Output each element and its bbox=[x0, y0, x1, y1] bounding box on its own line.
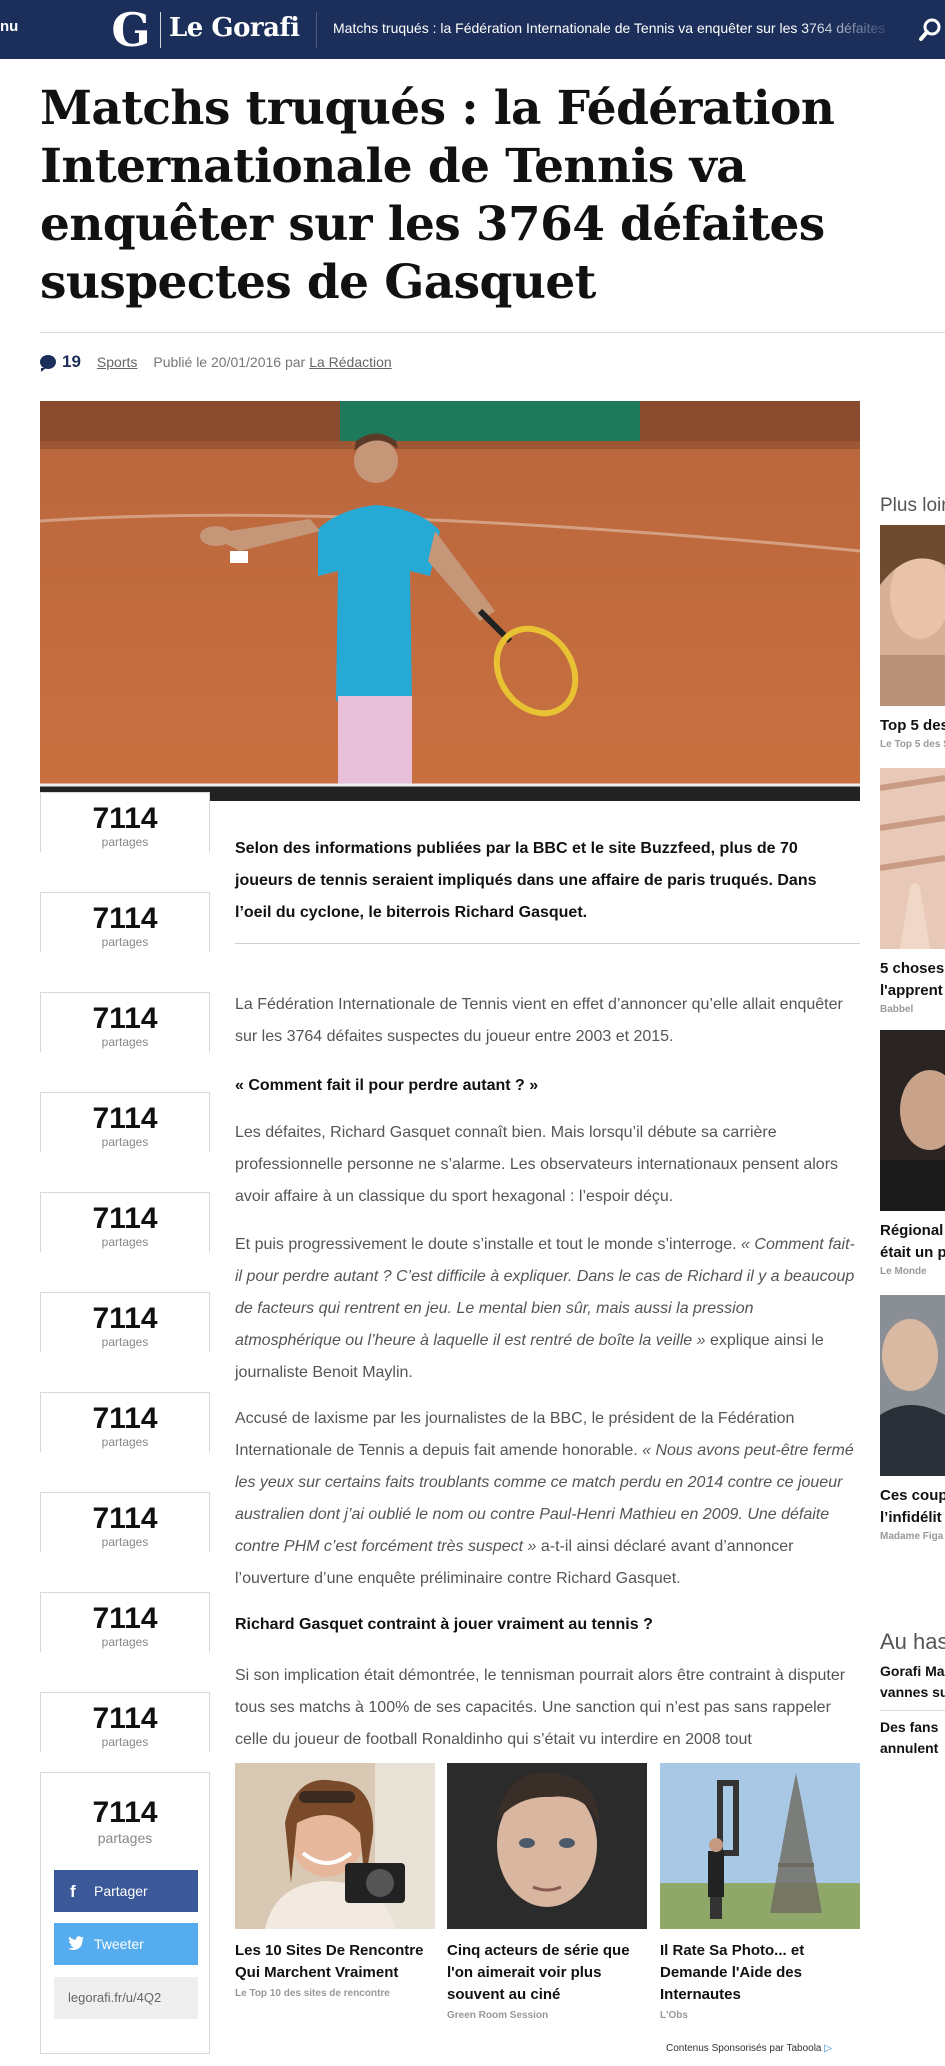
sponsored-source: Green Room Session bbox=[447, 2010, 549, 2021]
share-count: 7114 bbox=[92, 1796, 158, 1829]
sponsored-title[interactable]: Cinq acteurs de série que l'on aimerait … bbox=[447, 1940, 647, 2006]
sponsored-card[interactable]: Il Rate Sa Photo... et Demande l'Aide de… bbox=[660, 1763, 860, 2021]
sidebar-card-source: Babbel bbox=[880, 1004, 914, 1015]
share-counter: 7114 partages bbox=[40, 892, 210, 952]
top-navbar: nu G Le Gorafi Matchs truqués : la Fédér… bbox=[0, 0, 945, 59]
sidebar-list-divider bbox=[880, 1710, 945, 1711]
sidebar-card-source: Le Top 5 des S bbox=[880, 739, 945, 750]
published-date: Publié le 20/01/2016 par bbox=[153, 354, 306, 370]
sidebar-card-source: Madame Figa bbox=[880, 1531, 944, 1542]
taboola-icon: ▷ bbox=[824, 2043, 832, 2054]
sidebar-card[interactable]: Régional était un p Le Monde bbox=[880, 1030, 945, 1277]
title-divider bbox=[40, 332, 945, 333]
share-counter: 7114 partages bbox=[40, 992, 210, 1052]
menu-button[interactable]: nu bbox=[0, 18, 18, 35]
sidebar-list-item[interactable]: Des fans bbox=[880, 1717, 945, 1738]
header-divider bbox=[316, 12, 317, 48]
author-link[interactable]: La Rédaction bbox=[309, 354, 392, 370]
sidebar-card-title[interactable]: l’infidélit bbox=[880, 1507, 945, 1529]
facebook-share-button[interactable]: f Partager bbox=[54, 1870, 198, 1912]
search-icon[interactable] bbox=[918, 15, 945, 45]
sidebar-card-image[interactable] bbox=[880, 525, 945, 706]
sponsored-image[interactable] bbox=[447, 1763, 647, 1929]
svg-text:G: G bbox=[111, 8, 150, 52]
sidebar-card-title[interactable]: Régional bbox=[880, 1220, 945, 1242]
article-meta: 19 Sports Publié le 20/01/2016 par La Ré… bbox=[40, 351, 392, 373]
share-counter: 7114 partages bbox=[40, 1092, 210, 1152]
comment-count[interactable]: 19 bbox=[62, 352, 81, 372]
category-link[interactable]: Sports bbox=[97, 354, 137, 370]
sidebar-card-image[interactable] bbox=[880, 1295, 945, 1476]
sponsored-title[interactable]: Les 10 Sites De Rencontre Qui Marchent V… bbox=[235, 1940, 435, 1984]
paragraph-clip: Si son implication était démontrée, le t… bbox=[235, 1660, 860, 1760]
sidebar-card[interactable]: 5 choses l'apprent Babbel bbox=[880, 768, 945, 1015]
hero-image bbox=[40, 401, 860, 801]
sidebar-card-title[interactable]: Ces coup bbox=[880, 1485, 945, 1507]
share-counter: 7114 partages bbox=[40, 1192, 210, 1252]
share-counter: 7114 partages bbox=[40, 1492, 210, 1552]
paragraph: Les défaites, Richard Gasquet connaît bi… bbox=[235, 1124, 839, 1205]
sidebar-card-image[interactable] bbox=[880, 768, 945, 949]
share-label: partages bbox=[97, 1830, 153, 1846]
headline-fade bbox=[800, 14, 900, 44]
comment-icon[interactable] bbox=[40, 355, 56, 372]
share-counter: 7114 partages bbox=[40, 792, 210, 852]
sponsored-title[interactable]: Il Rate Sa Photo... et Demande l'Aide de… bbox=[660, 1940, 860, 2006]
site-name[interactable]: Le Gorafi bbox=[169, 13, 300, 43]
sidebar-card[interactable]: Ces coup l’infidélit Madame Figa bbox=[880, 1295, 945, 1542]
article-lead: Selon des informations publiées par la B… bbox=[235, 840, 817, 921]
share-counter: 7114 partages bbox=[40, 1692, 210, 1752]
lead-divider bbox=[235, 943, 860, 944]
subheading: Richard Gasquet contraint à jouer vraime… bbox=[235, 1616, 653, 1633]
sidebar-card-title[interactable]: Top 5 des bbox=[880, 715, 945, 737]
share-panel: 7114 partages f Partager Tweeter legoraf… bbox=[40, 1772, 210, 2054]
sidebar-list-item[interactable]: Gorafi Ma bbox=[880, 1661, 945, 1682]
sidebar-card-source: Le Monde bbox=[880, 1266, 927, 1277]
sidebar-random-list: Gorafi Ma vannes su Des fans annulent bbox=[880, 1661, 945, 1757]
sidebar-card-title[interactable]: 5 choses bbox=[880, 958, 945, 980]
facebook-icon: f bbox=[70, 1882, 76, 1901]
paragraph: La Fédération Internationale de Tennis v… bbox=[235, 996, 843, 1045]
sidebar-card-title[interactable]: l'apprent bbox=[880, 980, 945, 1002]
paragraph: Et puis progressivement le doute s’insta… bbox=[235, 1236, 855, 1381]
share-counter: 7114 partages bbox=[40, 1392, 210, 1452]
sidebar-heading-random: Au has bbox=[880, 1629, 945, 1654]
gorafi-logo-icon[interactable]: G bbox=[109, 8, 153, 52]
sidebar-card[interactable]: Top 5 des Le Top 5 des S bbox=[880, 525, 945, 750]
share-counter: 7114 partages bbox=[40, 1592, 210, 1652]
sidebar-heading: Plus loin bbox=[880, 495, 945, 516]
sponsored-card[interactable]: Cinq acteurs de série que l'on aimerait … bbox=[447, 1763, 647, 2021]
sidebar-card-title[interactable]: était un p bbox=[880, 1242, 945, 1264]
sidebar-list-item[interactable]: vannes su bbox=[880, 1682, 945, 1703]
taboola-credit-link[interactable]: Contenus Sponsorisés par Taboola ▷ bbox=[666, 2043, 832, 2054]
sidebar-card-image[interactable] bbox=[880, 1030, 945, 1211]
sponsored-source: Le Top 10 des sites de rencontre bbox=[235, 1988, 390, 1999]
short-url-field[interactable]: legorafi.fr/u/4Q2 bbox=[54, 1977, 198, 2019]
share-counter: 7114 partages bbox=[40, 1292, 210, 1352]
twitter-share-button[interactable]: Tweeter bbox=[54, 1923, 198, 1965]
twitter-icon bbox=[68, 1936, 84, 1950]
paragraph: Si son implication était démontrée, le t… bbox=[235, 1667, 846, 1748]
subheading: « Comment fait il pour perdre autant ? » bbox=[235, 1077, 539, 1094]
sidebar-list-item[interactable]: annulent bbox=[880, 1738, 945, 1757]
sponsored-source: L'Obs bbox=[660, 2010, 688, 2021]
article-title: Matchs truqués : la Fédération Internati… bbox=[40, 81, 835, 310]
logo-separator bbox=[160, 12, 161, 48]
sponsored-image[interactable] bbox=[660, 1763, 860, 1929]
sponsored-card[interactable]: Les 10 Sites De Rencontre Qui Marchent V… bbox=[235, 1763, 435, 1999]
sponsored-image[interactable] bbox=[235, 1763, 435, 1929]
paragraph: Accusé de laxisme par les journalistes d… bbox=[235, 1410, 854, 1587]
